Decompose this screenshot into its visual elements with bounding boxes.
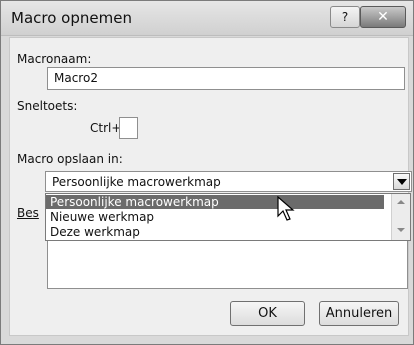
dropdown-option-this-workbook[interactable]: Deze werkmap: [46, 225, 384, 239]
chevron-down-icon[interactable]: [393, 173, 410, 190]
close-icon[interactable]: ✕: [360, 6, 406, 28]
shortcut-prefix: Ctrl+: [90, 121, 122, 135]
store-in-label: Macro opslaan in:: [17, 152, 123, 166]
dropdown-option-personal[interactable]: Persoonlijke macrowerkmap: [46, 195, 384, 209]
scroll-up-icon[interactable]: [397, 200, 405, 204]
dropdown-scrollbar[interactable]: [391, 194, 410, 240]
macro-name-input[interactable]: Macro2: [47, 67, 405, 90]
cancel-button[interactable]: Annuleren: [319, 301, 399, 326]
store-in-dropdown-list: Persoonlijke macrowerkmap Nieuwe werkmap…: [45, 193, 411, 241]
macro-name-label: Macronaam:: [17, 52, 92, 66]
shortcut-input[interactable]: [119, 117, 138, 139]
mouse-pointer-icon: [277, 196, 295, 221]
ok-button[interactable]: OK: [230, 301, 305, 326]
help-icon[interactable]: ?: [330, 6, 360, 28]
store-in-select[interactable]: Persoonlijke macrowerkmap: [45, 171, 412, 192]
dropdown-option-new-workbook[interactable]: Nieuwe werkmap: [46, 210, 384, 224]
macro-record-dialog: Macro opnemen ? ✕ Macronaam: Macro2 Snel…: [0, 0, 414, 345]
store-in-selected-value: Persoonlijke macrowerkmap: [52, 175, 221, 189]
dialog-title: Macro opnemen: [11, 9, 132, 27]
description-label: Bes: [17, 206, 39, 220]
shortcut-label: Sneltoets:: [17, 99, 78, 113]
title-bar: Macro opnemen ? ✕: [1, 1, 413, 36]
scroll-down-icon[interactable]: [397, 228, 405, 232]
